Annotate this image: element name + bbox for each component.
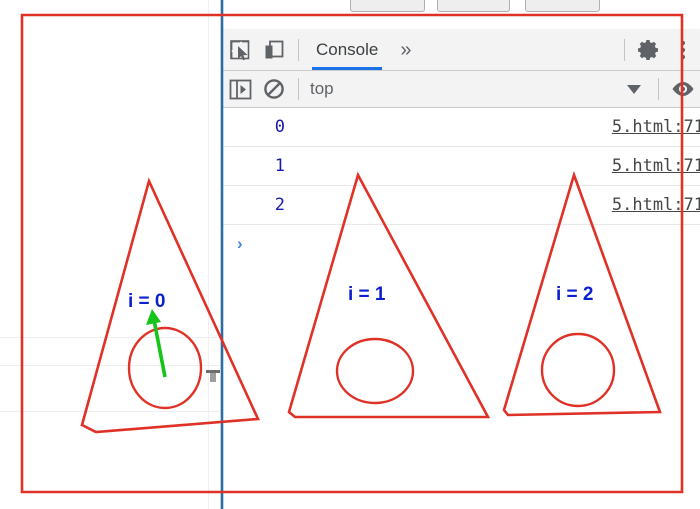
console-row-source-link[interactable]: 5.html:71 (612, 117, 700, 137)
filter-divider-1 (298, 78, 299, 100)
devtools-main-toolbar: Console » (223, 29, 700, 71)
console-row[interactable]: 2 5.html:71 (223, 186, 700, 225)
console-row[interactable]: 0 5.html:71 (223, 108, 700, 147)
clear-console-icon[interactable] (257, 74, 291, 104)
shape-1-label: i = 1 (348, 284, 386, 305)
console-row-value: 2 (274, 195, 285, 215)
console-output: 0 5.html:71 1 5.html:71 2 5.html:71 › (223, 108, 700, 263)
inspect-element-icon[interactable] (223, 35, 257, 65)
console-row-value: 0 (274, 117, 285, 137)
top-button-3[interactable] (525, 0, 600, 12)
panel-resize-handle[interactable] (206, 370, 220, 382)
three-dot-menu-icon[interactable] (666, 35, 700, 65)
top-button-2[interactable] (437, 0, 510, 12)
page-guide-line-v1 (208, 0, 209, 509)
console-input-prompt[interactable]: › (223, 225, 700, 263)
console-row-source-link[interactable]: 5.html:71 (612, 156, 700, 176)
gear-icon[interactable] (632, 35, 666, 65)
tab-console[interactable]: Console (306, 29, 388, 70)
live-expression-eye-icon[interactable] (666, 74, 700, 104)
toolbar-divider-2 (624, 38, 625, 61)
device-toolbar-icon[interactable] (257, 35, 291, 65)
top-button-1[interactable] (350, 0, 425, 12)
tabs-overflow-button[interactable]: » (388, 40, 423, 60)
console-sidebar-icon[interactable] (223, 74, 257, 104)
toolbar-divider-1 (298, 38, 299, 61)
js-context-selector[interactable]: top (306, 79, 334, 99)
devtools-panel: Console » top 0 5.html:71 1 5.html:71 2 … (223, 29, 700, 509)
shape-0-label: i = 0 (128, 291, 166, 312)
filter-divider-2 (658, 78, 659, 100)
console-row-source-link[interactable]: 5.html:71 (612, 195, 700, 215)
screenshot-root: Console » top 0 5.html:71 1 5.html:71 2 … (0, 0, 700, 509)
console-row-value: 1 (274, 156, 285, 176)
shape-2-label: i = 2 (556, 284, 594, 305)
prompt-chevron-icon: › (237, 234, 243, 253)
chevron-down-icon[interactable] (617, 74, 651, 104)
console-row[interactable]: 1 5.html:71 (223, 147, 700, 186)
devtools-filter-toolbar: top (223, 71, 700, 108)
